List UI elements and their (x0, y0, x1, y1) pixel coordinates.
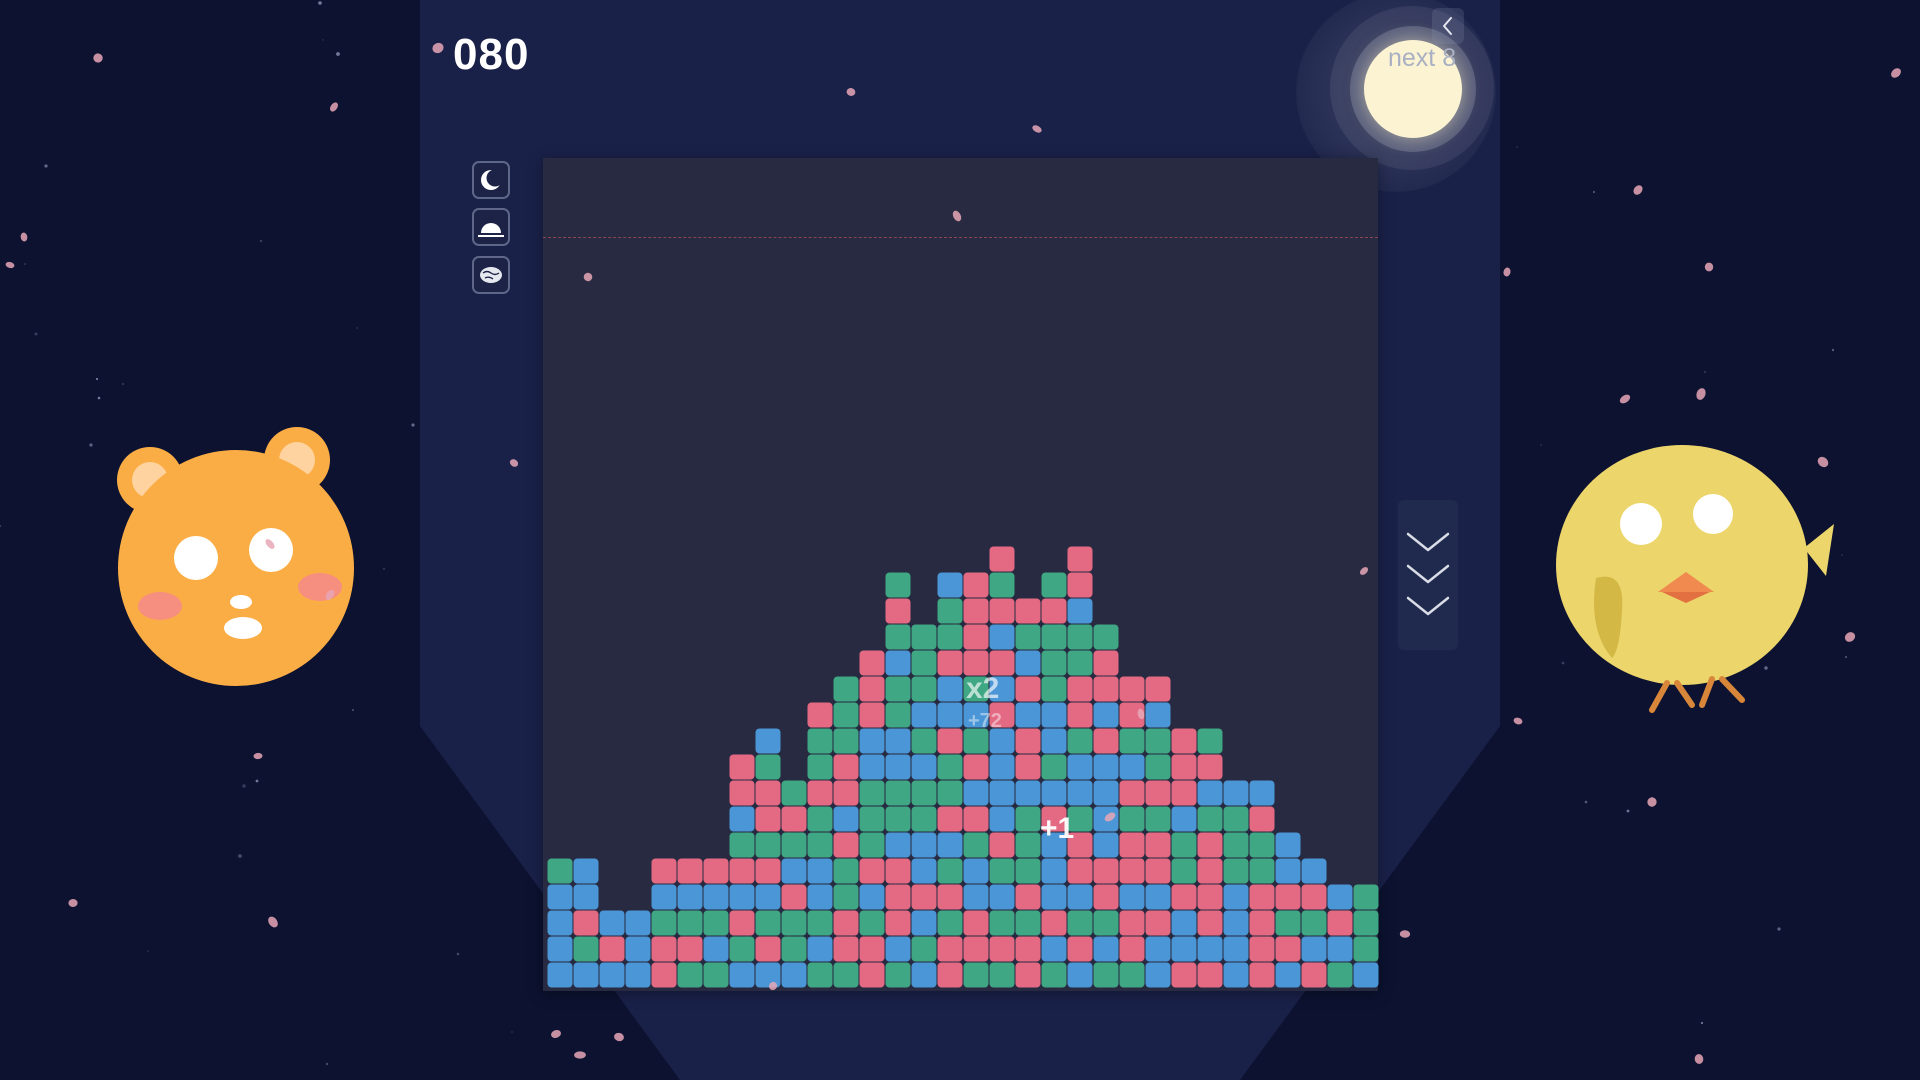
star (44, 164, 48, 168)
next-piece-indicator: next 8 (1388, 44, 1456, 73)
petal (268, 916, 278, 928)
petal (1399, 930, 1411, 938)
star (1764, 666, 1768, 670)
star (1777, 927, 1781, 931)
star (1592, 190, 1596, 194)
petal (1704, 262, 1714, 272)
star (122, 383, 124, 385)
game-board[interactable] (543, 158, 1378, 991)
petal (1844, 632, 1856, 642)
petal (5, 261, 15, 269)
brain-mode-button[interactable] (472, 256, 510, 294)
combo-multiplier: x2 (966, 672, 1000, 705)
star (1841, 554, 1843, 556)
star (97, 396, 101, 400)
star (318, 1, 322, 5)
star (456, 952, 460, 956)
back-button[interactable] (1432, 8, 1464, 44)
plus-one-popup: +1 (1040, 812, 1075, 845)
star (356, 327, 358, 329)
star (1831, 348, 1835, 352)
petal (1891, 68, 1901, 78)
star (1561, 661, 1565, 665)
sunrise-icon (478, 223, 504, 237)
petal (20, 232, 28, 242)
star (89, 443, 93, 447)
star (1700, 1021, 1704, 1025)
star (336, 52, 340, 56)
star (1516, 146, 1518, 148)
star (325, 1062, 329, 1066)
star (34, 332, 38, 336)
petal (551, 1030, 561, 1038)
triple-chevron-down-icon (1406, 532, 1450, 616)
hard-drop-button[interactable] (1398, 500, 1458, 650)
petal (1633, 185, 1643, 195)
petal (614, 1032, 624, 1042)
star (1540, 444, 1542, 446)
star (1626, 809, 1630, 813)
sunrise-mode-button[interactable] (472, 208, 510, 246)
petal (325, 589, 335, 601)
petal (265, 539, 275, 549)
petal (1619, 394, 1631, 404)
petal (1513, 717, 1523, 725)
brain-icon (480, 267, 502, 283)
star (511, 1031, 513, 1033)
star (242, 784, 246, 788)
star (1584, 800, 1588, 804)
petal (68, 898, 78, 908)
star (322, 39, 324, 41)
star (1704, 371, 1706, 373)
petal (1696, 388, 1706, 400)
star (1715, 612, 1717, 614)
star (24, 263, 26, 265)
star (0, 524, 2, 528)
danger-line (543, 237, 1378, 238)
orange-bear-mascot (117, 427, 354, 686)
yellow-chick-mascot (1556, 445, 1834, 713)
petal (253, 752, 263, 760)
score-display: 080 (453, 30, 530, 79)
petal (330, 102, 338, 112)
petal (1503, 267, 1511, 277)
chevron-left-icon (1443, 17, 1452, 35)
petal (1647, 797, 1657, 807)
next-value: 8 (1442, 44, 1457, 72)
game-stage: next 8 080 x2 +72 +1 (0, 0, 1920, 1080)
star (1844, 655, 1848, 659)
petal (93, 53, 103, 63)
star (383, 568, 385, 570)
combo-points: +72 (968, 710, 1002, 732)
next-label: next (1388, 44, 1436, 72)
petal (1694, 1054, 1704, 1064)
star (238, 854, 242, 858)
crescent-moon-icon (481, 169, 504, 190)
star (411, 423, 415, 427)
moon-mode-button[interactable] (472, 161, 510, 199)
star (352, 709, 354, 711)
star (229, 477, 233, 481)
star (255, 779, 259, 783)
petal (574, 1051, 586, 1059)
star (95, 377, 99, 381)
star (259, 239, 263, 243)
petal (1817, 456, 1829, 468)
star (147, 950, 149, 952)
